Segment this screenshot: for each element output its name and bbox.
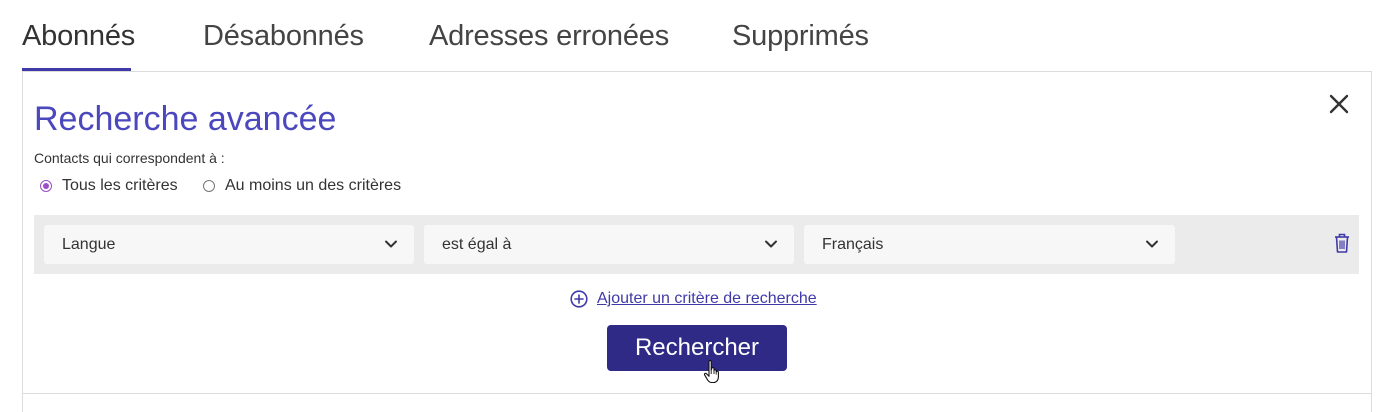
- criteria-row: Langue est égal à Français: [34, 215, 1359, 274]
- divider: [23, 393, 1371, 394]
- hand-cursor-icon: [703, 359, 719, 384]
- operator-select-value: est égal à: [442, 235, 512, 253]
- radio-all-criteria[interactable]: Tous les critères: [40, 175, 178, 197]
- tab-bar: Abonnés Désabonnés Adresses erronées Sup…: [22, 0, 1371, 72]
- value-select-value: Français: [822, 235, 884, 253]
- plus-circle-icon: [570, 290, 588, 308]
- value-select[interactable]: Français: [804, 225, 1175, 264]
- tab-adresses-erronees[interactable]: Adresses erronées: [429, 20, 669, 53]
- trash-icon[interactable]: [1332, 232, 1352, 254]
- tab-desabonnes[interactable]: Désabonnés: [203, 20, 364, 53]
- advanced-search-panel: Recherche avancée Contacts qui correspon…: [22, 71, 1372, 412]
- field-select[interactable]: Langue: [44, 225, 414, 264]
- panel-title: Recherche avancée: [34, 100, 337, 138]
- chevron-down-icon: [765, 240, 777, 248]
- search-button[interactable]: Rechercher: [607, 325, 787, 371]
- add-criteria-label[interactable]: Ajouter un critère de recherche: [597, 290, 817, 308]
- chevron-down-icon: [385, 240, 397, 248]
- radio-any-criteria-label: Au moins un des critères: [225, 177, 402, 194]
- chevron-down-icon: [1146, 240, 1158, 248]
- tab-supprimes[interactable]: Supprimés: [732, 20, 869, 53]
- operator-select[interactable]: est égal à: [424, 225, 794, 264]
- radio-unchecked-icon[interactable]: [203, 180, 215, 192]
- radio-checked-icon[interactable]: [40, 180, 52, 192]
- close-icon[interactable]: [1323, 88, 1355, 120]
- radio-any-criteria[interactable]: Au moins un des critères: [203, 175, 401, 197]
- tab-abonnes[interactable]: Abonnés: [22, 20, 135, 53]
- field-select-value: Langue: [62, 235, 116, 253]
- radio-all-criteria-label: Tous les critères: [62, 177, 178, 194]
- add-criteria-link[interactable]: Ajouter un critère de recherche: [570, 288, 817, 310]
- match-subtitle: Contacts qui correspondent à :: [34, 150, 225, 166]
